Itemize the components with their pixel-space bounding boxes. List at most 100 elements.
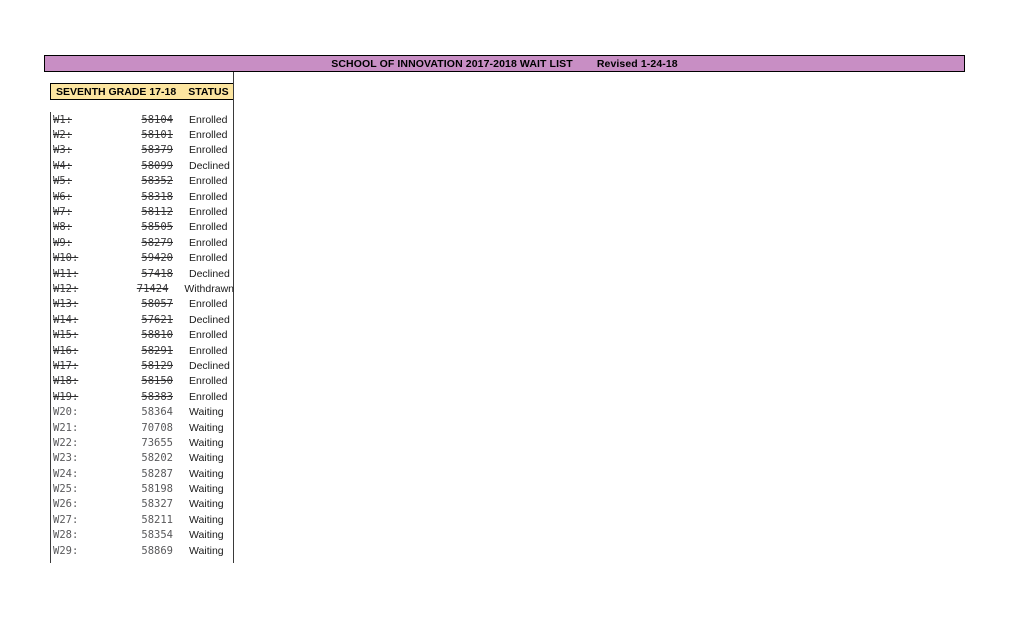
table-row: W11: 57418 Declined: [50, 266, 234, 281]
row-student-number: 58354: [141, 529, 173, 542]
table-row: W29: 58869 Waiting: [50, 543, 234, 558]
row-status: Waiting: [189, 529, 224, 542]
table-row: W19: 58383 Enrolled: [50, 389, 234, 404]
row-id: W20:: [53, 406, 79, 419]
row-id: W9:: [53, 236, 72, 249]
row-id: W25:: [53, 483, 79, 496]
table-row: W26: 58327 Waiting: [50, 497, 234, 512]
row-id: W16:: [53, 344, 79, 357]
row-student-number: 59420: [141, 252, 173, 265]
row-student-number: 70708: [141, 421, 173, 434]
row-student-number: 58810: [141, 329, 173, 342]
row-student-number: 58104: [141, 113, 173, 126]
row-id: W12:: [53, 282, 79, 295]
row-id: W5:: [53, 175, 72, 188]
row-student-number: 71424: [136, 282, 169, 295]
table-row: W9: 58279 Enrolled: [50, 235, 234, 250]
table-row: W18: 58150 Enrolled: [50, 374, 234, 389]
table-row: W21: 70708 Waiting: [50, 420, 234, 435]
table-row: W14: 57621 Declined: [50, 312, 234, 327]
row-id: W1:: [53, 113, 72, 126]
row-id: W23:: [53, 452, 79, 465]
table-row: W8: 58505 Enrolled: [50, 220, 234, 235]
table-row: W15: 58810 Enrolled: [50, 327, 234, 342]
row-id: W29:: [53, 544, 79, 557]
row-id: W14:: [53, 313, 79, 326]
table-row: W28: 58354 Waiting: [50, 528, 234, 543]
row-status: Enrolled: [189, 390, 228, 403]
row-status: Enrolled: [189, 113, 228, 126]
row-id: W4:: [53, 159, 72, 172]
table-row: W3: 58379 Enrolled: [50, 143, 234, 158]
row-status: Waiting: [189, 498, 224, 511]
row-student-number: 58869: [141, 544, 173, 557]
row-student-number: 58364: [141, 406, 173, 419]
row-student-number: 58505: [141, 221, 173, 234]
table-row: W6: 58318 Enrolled: [50, 189, 234, 204]
column-header-status: STATUS: [188, 85, 229, 98]
row-status: Waiting: [189, 513, 224, 526]
row-student-number: 58287: [141, 467, 173, 480]
row-student-number: 58211: [141, 513, 173, 526]
table-row: W20: 58364 Waiting: [50, 404, 234, 419]
row-status: Enrolled: [189, 206, 228, 219]
table-row: W25: 58198 Waiting: [50, 481, 234, 496]
row-status: Enrolled: [189, 190, 228, 203]
table-row: W27: 58211 Waiting: [50, 512, 234, 527]
row-student-number: 58327: [141, 498, 173, 511]
row-student-number: 58198: [141, 483, 173, 496]
table-column-header: SEVENTH GRADE 17-18 STATUS: [50, 83, 234, 100]
wait-list-title-banner: SCHOOL OF INNOVATION 2017-2018 WAIT LIST…: [44, 55, 965, 72]
row-id: W13:: [53, 298, 79, 311]
row-id: W22:: [53, 436, 79, 449]
row-id: W17:: [53, 359, 79, 372]
row-student-number: 58099: [141, 159, 173, 172]
row-status: Enrolled: [189, 344, 228, 357]
table-row: W5: 58352 Enrolled: [50, 174, 234, 189]
row-status: Enrolled: [189, 298, 228, 311]
row-student-number: 58291: [141, 344, 173, 357]
table-row: W23: 58202 Waiting: [50, 451, 234, 466]
table-row: W17: 58129 Declined: [50, 358, 234, 373]
row-status: Enrolled: [189, 129, 228, 142]
row-student-number: 57418: [141, 267, 173, 280]
row-id: W27:: [53, 513, 79, 526]
row-status: Enrolled: [189, 252, 228, 265]
row-id: W21:: [53, 421, 79, 434]
row-student-number: 58112: [141, 206, 173, 219]
wait-list-table: W1: 58104 Enrolled W2: 58101 Enrolled W3: 58379…: [50, 112, 234, 558]
row-student-number: 58379: [141, 144, 173, 157]
row-id: W19:: [53, 390, 79, 403]
row-status: Waiting: [189, 483, 224, 496]
table-row: W10: 59420 Enrolled: [50, 251, 234, 266]
row-status: Waiting: [189, 467, 224, 480]
row-id: W6:: [53, 190, 72, 203]
row-status: Declined: [189, 313, 230, 326]
row-id: W2:: [53, 129, 72, 142]
page-title: SCHOOL OF INNOVATION 2017-2018 WAIT LIST…: [331, 57, 678, 70]
table-row: W12: 71424 Withdrawn: [50, 281, 234, 296]
row-id: W8:: [53, 221, 72, 234]
row-student-number: 58150: [141, 375, 173, 388]
row-student-number: 58352: [141, 175, 173, 188]
row-status: Enrolled: [189, 221, 228, 234]
row-student-number: 73655: [141, 436, 173, 449]
table-row: W1: 58104 Enrolled: [50, 112, 234, 127]
row-student-number: 58101: [141, 129, 173, 142]
table-row: W13: 58057 Enrolled: [50, 297, 234, 312]
row-student-number: 58129: [141, 359, 173, 372]
row-status: Declined: [189, 359, 230, 372]
row-id: W28:: [53, 529, 79, 542]
table-row: W24: 58287 Waiting: [50, 466, 234, 481]
row-status: Waiting: [189, 452, 224, 465]
row-status: Enrolled: [189, 175, 228, 188]
row-student-number: 58318: [141, 190, 173, 203]
row-id: W18:: [53, 375, 79, 388]
table-row: W7: 58112 Enrolled: [50, 204, 234, 219]
row-student-number: 58057: [141, 298, 173, 311]
table-row: W22: 73655 Waiting: [50, 435, 234, 450]
row-student-number: 58202: [141, 452, 173, 465]
row-id: W11:: [53, 267, 79, 280]
row-id: W10:: [53, 252, 79, 265]
table-row: W4: 58099 Declined: [50, 158, 234, 173]
